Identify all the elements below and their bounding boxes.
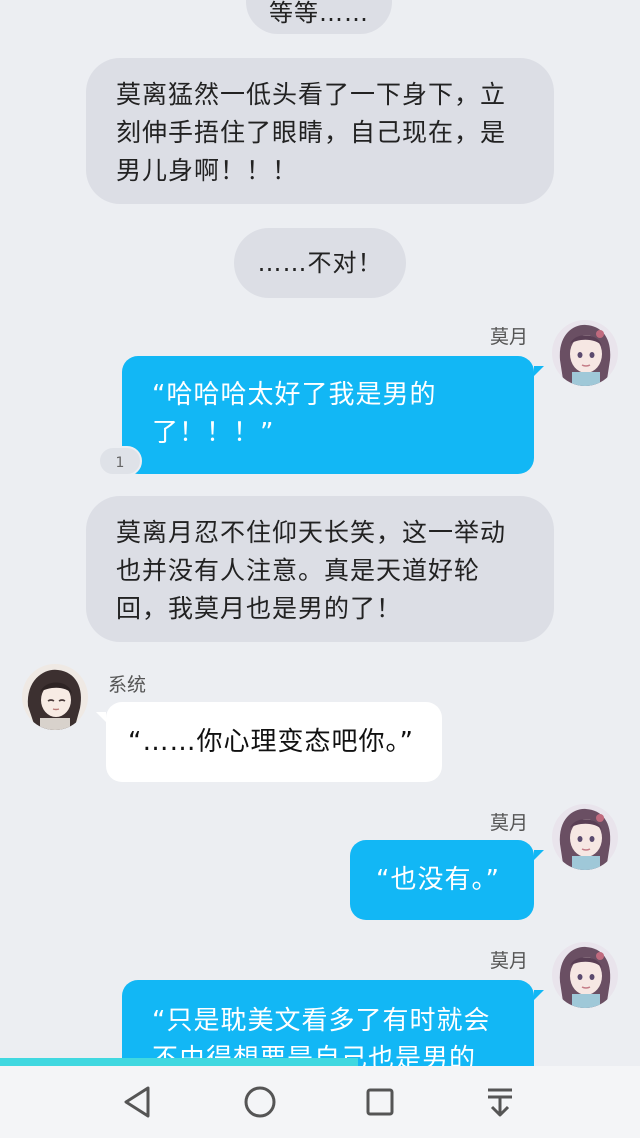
bubble-tail <box>534 850 544 860</box>
chat-screen: 等等…… 莫离猛然一低头看了一下身下，立刻伸手捂住了眼睛，自己现在，是男儿身啊！… <box>0 0 640 1138</box>
back-button[interactable] <box>116 1080 160 1124</box>
avatar[interactable] <box>552 320 618 386</box>
home-button[interactable] <box>238 1080 282 1124</box>
avatar[interactable] <box>552 942 618 1008</box>
avatar-boy-icon <box>22 664 88 730</box>
notifications-button[interactable] <box>478 1080 522 1124</box>
narration-bubble-2: ……不对！ <box>234 228 406 298</box>
sender-name: 莫月 <box>490 950 529 972</box>
avatar-girl-icon <box>552 320 618 386</box>
narration-bubble-3: 莫离月忍不住仰天长笑，这一举动也并没有人注意。真是天道好轮回，我莫月也是男的了！ <box>86 496 554 642</box>
reading-progress-bar <box>0 1058 358 1066</box>
message-text: “也没有。” <box>376 865 500 895</box>
narration-text-top: 等等…… <box>269 0 369 27</box>
narration-text-3: 莫离月忍不住仰天长笑，这一举动也并没有人注意。真是天道好轮回，我莫月也是男的了！ <box>116 518 507 623</box>
narration-text-2: ……不对！ <box>257 249 383 277</box>
sender-name: 系统 <box>108 674 147 696</box>
message-bubble-sent[interactable]: “哈哈哈太好了我是男的了！！！” <box>122 356 534 474</box>
message-bubble-received[interactable]: “……你心理变态吧你。” <box>106 702 442 782</box>
narration-bubble-1: 莫离猛然一低头看了一下身下，立刻伸手捂住了眼睛，自己现在，是男儿身啊！！！ <box>86 58 554 204</box>
message-bubble-sent[interactable]: “也没有。” <box>350 840 534 920</box>
recents-button[interactable] <box>358 1080 402 1124</box>
narration-text-1: 莫离猛然一低头看了一下身下，立刻伸手捂住了眼睛，自己现在，是男儿身啊！！！ <box>116 80 507 185</box>
message-text: “哈哈哈太好了我是男的了！！！” <box>152 380 437 448</box>
avatar-girl-icon <box>552 804 618 870</box>
back-triangle-icon <box>124 1086 150 1118</box>
narration-bubble-top: 等等…… <box>246 0 392 34</box>
pull-down-icon <box>488 1088 512 1117</box>
avatar[interactable] <box>552 804 618 870</box>
sender-name: 莫月 <box>490 812 529 834</box>
message-text: “……你心理变态吧你。” <box>128 727 414 757</box>
avatar-girl-icon <box>552 942 618 1008</box>
reply-count-badge[interactable]: 1 <box>98 446 142 476</box>
bubble-tail <box>96 712 106 722</box>
bubble-tail <box>534 366 544 376</box>
home-circle-icon <box>244 1086 276 1118</box>
sender-name: 莫月 <box>490 326 529 348</box>
bubble-tail <box>534 990 544 1000</box>
system-navigation-bar <box>0 1066 640 1138</box>
avatar[interactable] <box>22 664 88 730</box>
recents-square-icon <box>366 1088 394 1116</box>
